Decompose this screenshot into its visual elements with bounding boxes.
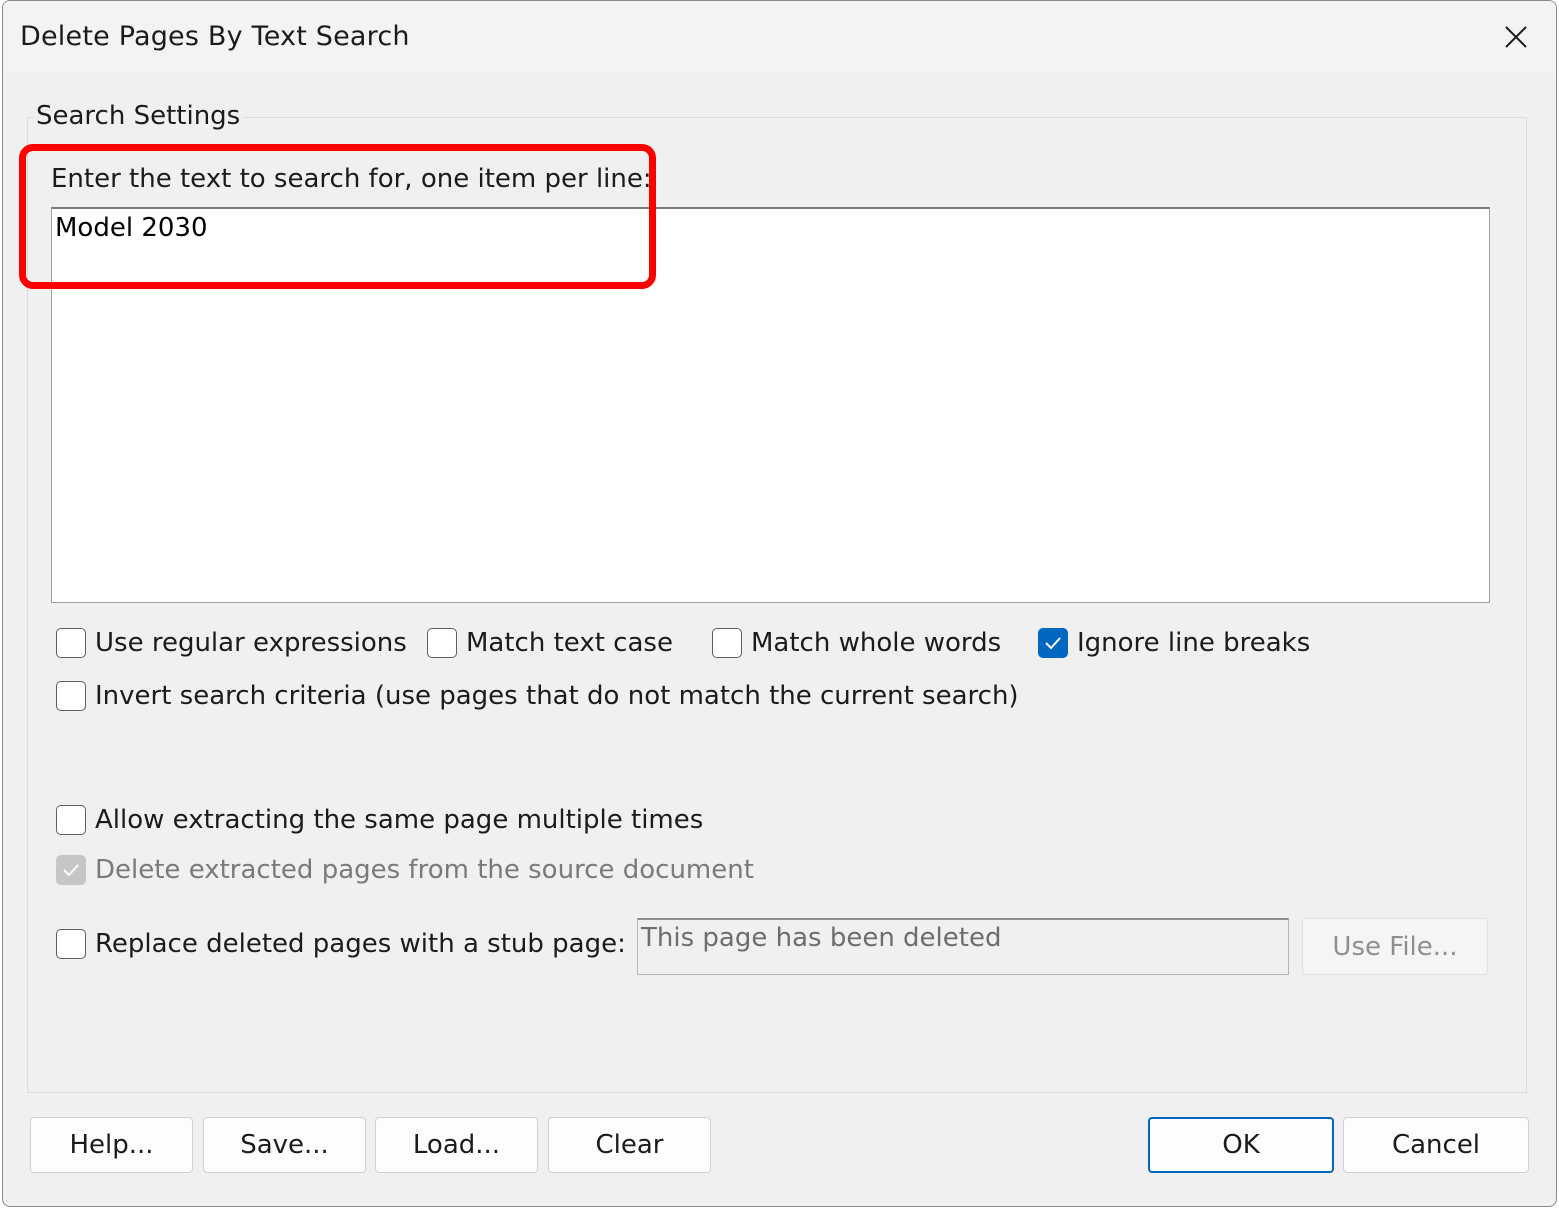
ok-button[interactable]: OK <box>1148 1117 1334 1173</box>
invert-search-label: Invert search criteria (use pages that d… <box>95 681 1019 711</box>
delete-extracted-checkbox: Delete extracted pages from the source d… <box>56 855 754 885</box>
use-regex-label: Use regular expressions <box>95 628 407 658</box>
whole-words-checkbox[interactable]: Match whole words <box>712 628 1001 658</box>
use-regex-checkbox[interactable]: Use regular expressions <box>56 628 407 658</box>
search-prompt-label: Enter the text to search for, one item p… <box>51 164 652 194</box>
close-button[interactable] <box>1486 13 1546 61</box>
close-icon <box>1505 26 1527 48</box>
match-case-label: Match text case <box>466 628 673 658</box>
allow-multiple-checkbox[interactable]: Allow extracting the same page multiple … <box>56 805 703 835</box>
search-settings-label: Search Settings <box>34 101 243 131</box>
invert-search-checkbox[interactable]: Invert search criteria (use pages that d… <box>56 681 1019 711</box>
title-bar: Delete Pages By Text Search <box>3 1 1556 73</box>
checkmark-icon <box>63 864 79 877</box>
checkbox-box <box>712 628 742 658</box>
checkbox-box <box>56 628 86 658</box>
checkbox-box <box>427 628 457 658</box>
ignore-line-breaks-label: Ignore line breaks <box>1077 628 1311 658</box>
cancel-button[interactable]: Cancel <box>1343 1117 1529 1173</box>
allow-multiple-label: Allow extracting the same page multiple … <box>95 805 704 835</box>
help-button[interactable]: Help... <box>30 1117 193 1173</box>
replace-stub-checkbox[interactable]: Replace deleted pages with a stub page: <box>56 929 626 959</box>
checkbox-box <box>56 929 86 959</box>
save-button[interactable]: Save... <box>203 1117 366 1173</box>
dialog-title: Delete Pages By Text Search <box>20 21 410 52</box>
clear-button[interactable]: Clear <box>548 1117 711 1173</box>
search-text-area[interactable]: Model 2030 <box>51 207 1490 603</box>
match-case-checkbox[interactable]: Match text case <box>427 628 673 658</box>
delete-extracted-label: Delete extracted pages from the source d… <box>95 855 754 885</box>
ignore-line-breaks-checkbox[interactable]: Ignore line breaks <box>1038 628 1310 658</box>
checkbox-box <box>56 855 86 885</box>
use-file-button[interactable]: Use File... <box>1302 918 1488 975</box>
replace-stub-label: Replace deleted pages with a stub page: <box>95 929 626 959</box>
checkmark-icon <box>1045 637 1061 650</box>
whole-words-label: Match whole words <box>751 628 1002 658</box>
load-button[interactable]: Load... <box>375 1117 538 1173</box>
checkbox-box <box>56 681 86 711</box>
checkbox-box <box>56 805 86 835</box>
stub-text-input[interactable]: This page has been deleted <box>637 918 1289 975</box>
checkbox-box <box>1038 628 1068 658</box>
